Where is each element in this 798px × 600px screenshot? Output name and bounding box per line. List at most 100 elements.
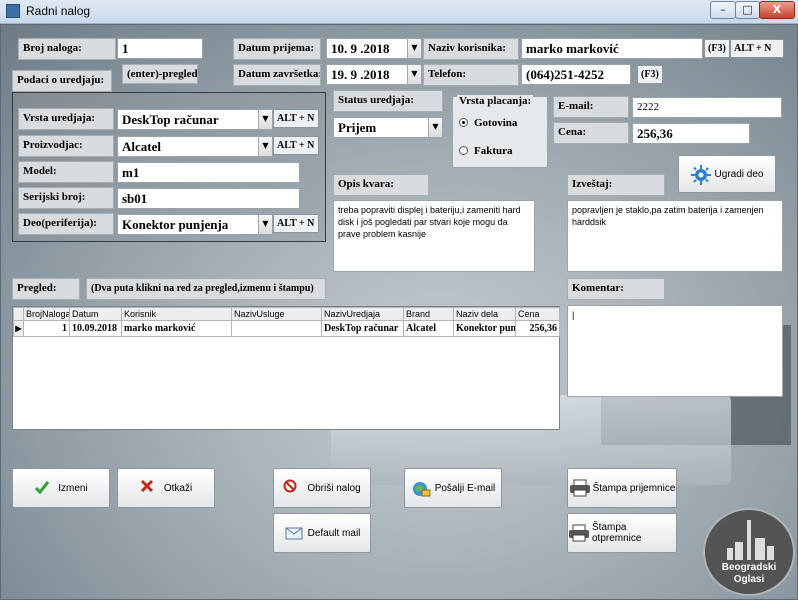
- telefon-input[interactable]: (064)251-4252: [521, 64, 631, 85]
- stampa-otpremnice-button[interactable]: Štampa otpremnice: [567, 513, 677, 553]
- komentar-textarea[interactable]: |: [567, 305, 783, 397]
- otkazi-button[interactable]: Otkaži: [117, 468, 215, 508]
- broj-naloga-input[interactable]: 1: [117, 38, 203, 59]
- column-header[interactable]: NazivUredjaja: [321, 307, 404, 321]
- ugradi-deo-button[interactable]: Ugradi deo: [678, 155, 776, 193]
- nalozi-table[interactable]: BrojNaloga Datum Korisnik NazivUsluge Na…: [12, 306, 560, 430]
- status-uredjaja-select[interactable]: Prijem ▼: [333, 117, 443, 138]
- datum-prijema-picker[interactable]: 10. 9 .2018 ▼: [326, 38, 422, 59]
- chevron-down-icon[interactable]: ▼: [428, 118, 442, 137]
- gotovina-radio[interactable]: Gotovina: [459, 117, 517, 129]
- f3-hotkey-korisnik: (F3): [704, 39, 730, 58]
- faktura-radio[interactable]: Faktura: [459, 145, 513, 157]
- faktura-label: Faktura: [474, 145, 513, 157]
- default-mail-button[interactable]: Default mail: [273, 513, 371, 553]
- email-input[interactable]: 2222: [632, 97, 782, 118]
- izmeni-button[interactable]: Izmeni: [12, 468, 110, 508]
- gotovina-label: Gotovina: [474, 117, 518, 129]
- cena-input[interactable]: 256,36: [632, 123, 750, 144]
- deo-periferija-label: Deo(periferija):: [18, 213, 114, 235]
- enter-pregled-label: (enter)-pregled: [122, 64, 198, 84]
- serijski-broj-label: Serijski broj:: [18, 187, 114, 209]
- email-globe-icon: [411, 479, 431, 497]
- stampa-prijemnice-button[interactable]: Štampa prijemnice: [567, 468, 677, 508]
- column-header[interactable]: NazivUsluge: [231, 307, 322, 321]
- izvestaj-label: Izveštaj:: [567, 174, 665, 196]
- proizvodjac-select[interactable]: Alcatel ▼: [117, 136, 273, 157]
- watermark-line2: Oglasi: [733, 574, 765, 585]
- serijski-broj-input[interactable]: sb01: [117, 188, 300, 209]
- column-header[interactable]: Cena: [515, 307, 560, 321]
- radio-empty-icon: [459, 146, 468, 155]
- title-bar: Radni nalog – □ X: [0, 0, 798, 24]
- window-title: Radni nalog: [26, 4, 91, 18]
- deo-periferija-value: Konektor punjenja: [122, 217, 229, 232]
- podaci-o-uredjaju-label: Podaci o uredjaju:: [12, 70, 112, 92]
- table-cell: Konektor pun: [453, 320, 516, 337]
- deo-periferija-select[interactable]: Konektor punjenja ▼: [117, 214, 273, 235]
- komentar-label: Komentar:: [567, 278, 665, 300]
- default-mail-label: Default mail: [307, 527, 361, 539]
- vrsta-placanja-group: Vrsta placanja: Gotovina Faktura: [452, 95, 548, 168]
- status-uredjaja-value: Prijem: [338, 120, 377, 135]
- maximize-button[interactable]: □: [735, 1, 760, 19]
- column-header[interactable]: Naziv dela: [453, 307, 516, 321]
- chevron-down-icon[interactable]: ▼: [407, 65, 421, 84]
- watermark-logo: Beogradski Oglasi: [703, 508, 795, 596]
- minimize-button[interactable]: –: [710, 1, 736, 19]
- mail-envelope-icon: [284, 524, 303, 542]
- checkmark-icon: [34, 479, 52, 497]
- vrsta-uredjaja-value: DeskTop računar: [122, 112, 219, 127]
- proizvodjac-value: Alcatel: [122, 139, 161, 154]
- obrisi-nalog-button[interactable]: Obriši nalog: [273, 468, 371, 508]
- pregled-label: Pregled:: [12, 278, 80, 300]
- column-header[interactable]: Datum: [69, 307, 122, 321]
- alt-n-hotkey-vrsta: ALT + N: [273, 109, 319, 128]
- posalji-email-label: Pošalji E-mail: [434, 482, 496, 494]
- printer-icon: [569, 479, 590, 497]
- close-button[interactable]: X: [759, 1, 795, 19]
- cancel-x-icon: [140, 479, 158, 497]
- datum-zavrsetka-picker[interactable]: 19. 9 .2018 ▼: [326, 64, 422, 85]
- no-entry-icon: [283, 479, 301, 497]
- column-header[interactable]: BrojNaloga: [23, 307, 70, 321]
- naziv-korisnika-label: Naziv korisnika:: [423, 38, 519, 60]
- radio-selected-icon: [459, 118, 468, 127]
- table-header-row: BrojNaloga Datum Korisnik NazivUsluge Na…: [13, 307, 560, 321]
- cena-label: Cena:: [553, 122, 629, 144]
- ugradi-deo-label: Ugradi deo: [714, 168, 764, 180]
- table-cell: 1: [23, 320, 70, 337]
- table-cell: marko marković: [121, 320, 232, 337]
- datum-prijema-value: 10. 9 .2018: [331, 41, 390, 56]
- model-input[interactable]: m1: [117, 162, 300, 183]
- chevron-down-icon[interactable]: ▼: [258, 215, 272, 234]
- row-header-corner: [13, 307, 24, 321]
- obrisi-nalog-label: Obriši nalog: [307, 482, 361, 494]
- pregled-hint: (Dva puta klikni na red za pregled,izmen…: [86, 278, 326, 300]
- stampa-otpremnice-label: Štampa otpremnice: [592, 522, 642, 544]
- printer-icon: [568, 524, 589, 542]
- izvestaj-textarea[interactable]: popravljen je staklo,pa zatim baterija i…: [567, 200, 783, 272]
- column-header[interactable]: Korisnik: [121, 307, 232, 321]
- app-icon: [6, 4, 20, 18]
- main-window: Radni nalog – □ X Broj naloga: 1 Datum p…: [0, 0, 798, 600]
- row-selector-icon[interactable]: ▶: [13, 320, 24, 337]
- gear-icon: [690, 165, 711, 185]
- vrsta-placanja-title: Vrsta placanja:: [457, 95, 534, 107]
- stampa-prijemnice-label: Štampa prijemnice: [592, 482, 676, 494]
- chevron-down-icon[interactable]: ▼: [258, 110, 272, 129]
- vrsta-uredjaja-select[interactable]: DeskTop računar ▼: [117, 109, 273, 130]
- naziv-korisnika-input[interactable]: marko marković: [521, 38, 703, 59]
- posalji-email-button[interactable]: Pošalji E-mail: [404, 468, 502, 508]
- f3-hotkey-telefon: (F3): [637, 65, 663, 84]
- chevron-down-icon[interactable]: ▼: [407, 39, 421, 58]
- proizvodjac-label: Proizvodjac:: [18, 135, 114, 157]
- table-cell: [231, 320, 322, 337]
- status-uredjaja-label: Status uredjaja:: [333, 90, 443, 112]
- table-row[interactable]: ▶ 1 10.09.2018 marko marković DeskTop ra…: [13, 320, 560, 337]
- otkazi-label: Otkaži: [163, 482, 193, 494]
- opis-kvara-textarea[interactable]: treba popraviti displej i bateriju,i zam…: [333, 200, 535, 272]
- chevron-down-icon[interactable]: ▼: [258, 137, 272, 156]
- column-header[interactable]: Brand: [403, 307, 454, 321]
- table-cell: Alcatel: [403, 320, 454, 337]
